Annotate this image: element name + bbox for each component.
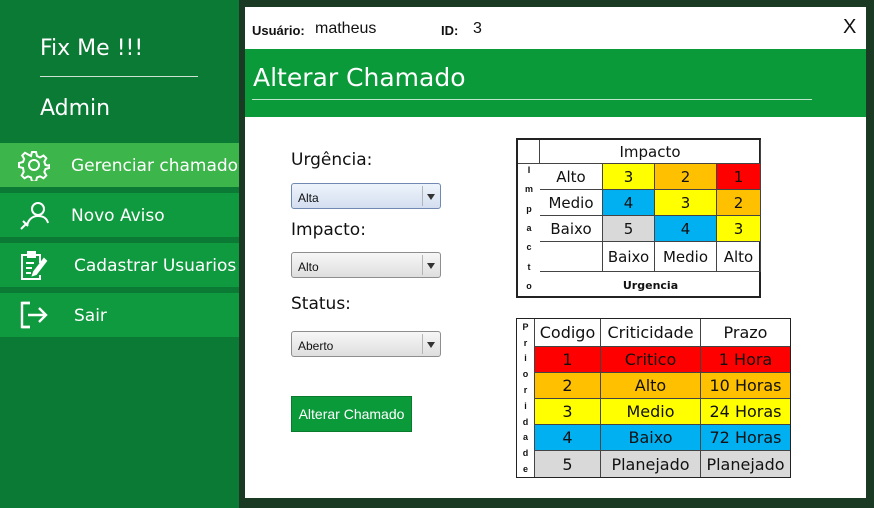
side-letter: a [526,222,532,233]
matrix-col-label: Medio [655,242,717,272]
priority-prazo: 72 Horas [701,425,790,451]
priority-criticidade: Baixo [601,425,701,451]
dialog-title: Alterar Chamado [253,63,466,92]
user-role: Admin [40,96,111,121]
user-value: matheus [315,20,377,37]
matrix-corner [518,140,540,164]
chevron-down-icon [422,334,438,354]
side-letter: d [522,448,529,459]
sidebar: Fix Me !!! Admin Gerenciar chamados Novo… [0,0,247,508]
priority-criticidade: Medio [601,399,701,425]
impacto-label: Impacto: [291,220,366,240]
matrix-cell: 5 [603,216,655,242]
matrix-col-label: Alto [717,242,761,272]
priority-header: Criticidade [601,319,701,347]
matrix-cell: 2 [655,164,717,190]
priority-prazo: Planejado [701,451,790,477]
impacto-value: Alto [298,260,319,274]
priority-codigo: 1 [535,347,601,373]
side-letter: r [523,385,528,396]
matrix-cell: 3 [603,164,655,190]
status-select[interactable]: Aberto [291,331,441,357]
side-letter: d [522,416,529,427]
sidebar-item-label: Sair [74,306,107,326]
alterar-chamado-dialog: Usuário: matheus ID: 3 X Alterar Chamado… [245,7,866,498]
priority-criticidade: Critico [601,347,701,373]
impacto-select[interactable]: Alto [291,252,441,278]
urgencia-select[interactable]: Alta [291,183,441,209]
title-divider [252,99,812,100]
matrix-cell: 3 [717,216,761,242]
priority-codigo: 5 [535,451,601,477]
matrix-cell: 4 [655,216,717,242]
sidebar-item-novo-aviso[interactable]: Novo Aviso [0,193,239,237]
id-value: 3 [473,20,482,37]
gear-icon [18,151,50,181]
sidebar-item-cadastrar-usuarios[interactable]: Cadastrar Usuarios [0,243,239,287]
priority-side-label: P r i o r i d a d e [517,319,535,477]
sidebar-item-sair[interactable]: Sair [0,293,239,337]
sidebar-item-label: Gerenciar chamados [71,156,247,176]
sidebar-item-gerenciar-chamados[interactable]: Gerenciar chamados [0,143,247,187]
side-letter: a [522,432,528,443]
chevron-down-icon [422,255,438,275]
dialog-header: Usuário: matheus ID: 3 X [245,7,866,49]
side-letter: c [526,242,532,253]
priority-prazo: 10 Horas [701,373,790,399]
urgencia-label: Urgência: [291,150,373,170]
priority-header: Prazo [701,319,790,347]
priority-codigo: 2 [535,373,601,399]
status-label: Status: [291,294,351,314]
chevron-down-icon [422,186,438,206]
priority-matrix: I m p a c t o Impacto Alto 3 2 1 Medio 4… [516,138,761,298]
sidebar-item-label: Cadastrar Usuarios [74,256,237,276]
priority-codigo: 4 [535,425,601,451]
user-notice-icon [20,202,49,230]
priority-criticidade: Alto [601,373,701,399]
dialog-banner: Alterar Chamado [245,49,866,117]
matrix-footer: Urgencia [622,278,679,292]
id-label: ID: [441,23,459,38]
matrix-empty-cell [540,242,603,272]
side-letter: I [527,164,531,175]
matrix-side-label: I m p a c t o [518,160,540,296]
side-letter: t [527,261,531,272]
priority-table: P r i o r i d a d e Codigo Criticidade P… [516,318,791,478]
matrix-row-label: Alto [540,164,603,190]
status-value: Aberto [298,339,334,353]
priority-criticidade: Planejado [601,451,701,477]
priority-prazo: 1 Hora [701,347,790,373]
side-letter: r [523,337,528,348]
matrix-col-label: Baixo [603,242,655,272]
side-letter: m [524,184,533,195]
side-letter: i [524,353,527,364]
close-button[interactable]: X [843,16,856,39]
side-letter: e [522,464,528,475]
priority-header: Codigo [535,319,601,347]
app-brand: Fix Me !!! [40,36,144,61]
user-label: Usuário: [252,23,305,38]
matrix-cell: 2 [717,190,761,216]
side-letter: p [526,203,532,214]
matrix-row-label: Baixo [540,216,603,242]
matrix-header: Impacto [540,140,761,164]
urgencia-value: Alta [298,191,319,205]
exit-icon [20,301,48,329]
brand-divider [40,76,198,77]
side-letter: P [522,321,529,332]
sidebar-item-label: Novo Aviso [71,206,165,226]
side-letter: o [526,281,532,292]
side-letter: i [524,400,527,411]
matrix-cell: 4 [603,190,655,216]
priority-codigo: 3 [535,399,601,425]
matrix-cell: 1 [717,164,761,190]
matrix-cell: 3 [655,190,717,216]
side-letter: o [522,369,529,380]
priority-prazo: 24 Horas [701,399,790,425]
alterar-chamado-button[interactable]: Alterar Chamado [291,396,412,432]
clipboard-edit-icon [21,251,48,280]
matrix-row-label: Medio [540,190,603,216]
